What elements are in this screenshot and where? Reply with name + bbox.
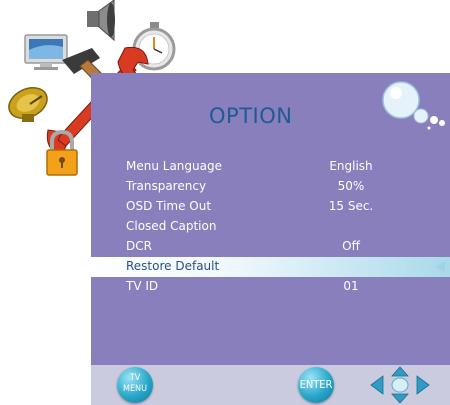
option-row[interactable]: OSD Time Out 15 Sec. bbox=[91, 197, 450, 217]
option-value: 50% bbox=[337, 179, 365, 193]
option-row[interactable]: Menu Language English bbox=[91, 157, 450, 177]
monitor-icon bbox=[24, 34, 68, 70]
option-row[interactable]: TV ID 01 bbox=[91, 277, 450, 297]
option-label: Transparency bbox=[126, 179, 207, 193]
tv-menu-label-line2: MENU bbox=[122, 384, 148, 394]
option-value: 01 bbox=[343, 279, 359, 293]
option-row[interactable]: Closed Caption bbox=[91, 217, 450, 237]
dpad-icon[interactable] bbox=[369, 366, 431, 404]
tv-menu-label-line1: TV bbox=[129, 373, 141, 383]
option-value: English bbox=[329, 159, 373, 173]
option-row[interactable]: Restore Default bbox=[91, 257, 450, 277]
option-row[interactable]: DCR Off bbox=[91, 237, 450, 257]
option-label: OSD Time Out bbox=[126, 199, 212, 213]
tv-menu-button[interactable]: TV MENU bbox=[117, 367, 153, 403]
option-value: 15 Sec. bbox=[328, 199, 374, 213]
page-title: OPTION bbox=[209, 104, 293, 128]
option-label: Restore Default bbox=[126, 259, 220, 273]
option-row[interactable]: Transparency 50% bbox=[91, 177, 450, 197]
option-label: TV ID bbox=[126, 279, 159, 293]
speaker-icon bbox=[87, 0, 115, 42]
selection-arrow-icon bbox=[435, 261, 445, 273]
button-bar: TV MENU ENTER bbox=[91, 365, 450, 405]
enter-button[interactable]: ENTER bbox=[298, 367, 334, 403]
option-label: DCR bbox=[126, 239, 152, 253]
option-panel: OPTION Menu Language English Transparency 5… bbox=[91, 73, 450, 405]
bubbles-icon bbox=[382, 81, 445, 130]
option-label: Menu Language bbox=[126, 159, 222, 173]
satellite-dish-icon bbox=[8, 87, 48, 122]
option-value: Off bbox=[342, 239, 360, 253]
option-label: Closed Caption bbox=[126, 219, 217, 233]
